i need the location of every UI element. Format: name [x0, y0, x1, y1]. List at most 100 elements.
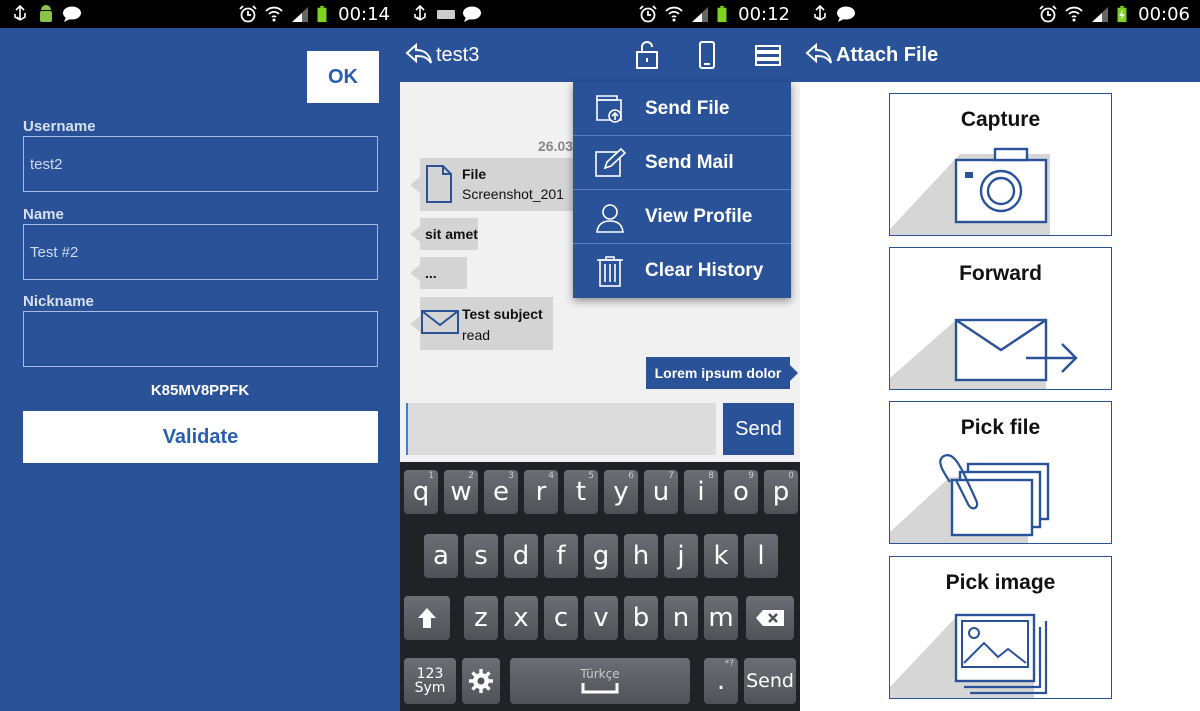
key-number-hint: 4: [548, 471, 554, 481]
key-label: e: [493, 477, 509, 507]
key-t[interactable]: 5t: [564, 470, 598, 514]
symbols-key[interactable]: 123 Sym: [404, 658, 456, 704]
tile-label: Pick image: [945, 571, 1056, 594]
nickname-field[interactable]: [23, 311, 378, 367]
key-h[interactable]: h: [624, 534, 658, 578]
key-m[interactable]: m: [704, 596, 738, 640]
signal-icon: [1092, 7, 1109, 22]
profile-icon: [596, 203, 624, 233]
key-f[interactable]: f: [544, 534, 578, 578]
back-arrow-icon[interactable]: [804, 42, 834, 66]
key-i[interactable]: 8i: [684, 470, 718, 514]
mail-subject: Test subject: [462, 306, 543, 322]
key-u[interactable]: 7u: [644, 470, 678, 514]
period-key[interactable]: *? .: [704, 658, 738, 704]
key-j[interactable]: j: [664, 534, 698, 578]
key-label: f: [556, 541, 566, 571]
space-icon: [581, 683, 619, 694]
settings-key[interactable]: [462, 658, 500, 704]
key-n[interactable]: n: [664, 596, 698, 640]
key-l[interactable]: l: [744, 534, 778, 578]
username-field[interactable]: [23, 136, 378, 192]
key-c[interactable]: c: [544, 596, 578, 640]
chat-screen: 00:12 test3 26.03 File Screenshot_201 si…: [400, 0, 800, 711]
key-number-hint: 5: [588, 471, 594, 481]
key-a[interactable]: a: [424, 534, 458, 578]
file-message-name: Screenshot_201: [462, 186, 564, 202]
mail-status: read: [462, 327, 491, 343]
key-p[interactable]: 0p: [764, 470, 798, 514]
menu-item-view-profile[interactable]: View Profile: [573, 190, 791, 244]
pick-file-tile[interactable]: Pick file: [889, 401, 1112, 544]
soft-keyboard: 1q2w3e4r5t6y7u8i9o0p asdfghjkl zxcvbnm 1…: [400, 462, 800, 711]
key-g[interactable]: g: [584, 534, 618, 578]
key-label: c: [553, 603, 569, 633]
key-q[interactable]: 1q: [404, 470, 438, 514]
key-number-hint: 6: [628, 471, 634, 481]
key-s[interactable]: s: [464, 534, 498, 578]
back-arrow-icon[interactable]: [404, 42, 434, 66]
menu-item-clear-history[interactable]: Clear History: [573, 244, 791, 298]
chat-icon: [463, 6, 481, 22]
capture-tile[interactable]: Capture: [889, 93, 1112, 236]
key-label: v: [593, 603, 609, 633]
key-label: y: [613, 477, 629, 507]
signal-icon: [692, 7, 709, 22]
ok-button[interactable]: OK: [307, 51, 379, 103]
key-label: p: [772, 477, 790, 507]
send-key[interactable]: Send: [744, 658, 796, 704]
key-label: h: [632, 541, 650, 571]
phone-icon[interactable]: [693, 40, 721, 70]
menu-item-send-mail[interactable]: Send Mail: [573, 136, 791, 190]
name-field[interactable]: [23, 224, 378, 280]
key-x[interactable]: x: [504, 596, 538, 640]
send-button[interactable]: Send: [723, 403, 794, 455]
key-d[interactable]: d: [504, 534, 538, 578]
backspace-key[interactable]: [746, 596, 794, 640]
validate-button[interactable]: Validate: [23, 411, 378, 463]
shift-key[interactable]: [404, 596, 450, 640]
mail-message[interactable]: Test subject read: [410, 297, 553, 350]
key-y[interactable]: 6y: [604, 470, 638, 514]
alarm-icon: [239, 5, 257, 23]
key-o[interactable]: 9o: [724, 470, 758, 514]
key-number-hint: 1: [428, 471, 434, 481]
attach-header: Attach File: [800, 28, 1200, 82]
attach-title: Attach File: [836, 44, 939, 66]
usb-icon: [814, 5, 826, 21]
key-w[interactable]: 2w: [444, 470, 478, 514]
key-z[interactable]: z: [464, 596, 498, 640]
status-bar: 00:12: [400, 0, 800, 28]
file-message-title: File: [462, 166, 487, 182]
wifi-icon: [265, 6, 283, 22]
key-b[interactable]: b: [624, 596, 658, 640]
file-message[interactable]: File Screenshot_201: [410, 158, 585, 211]
status-time: 00:06: [1138, 3, 1190, 25]
key-r[interactable]: 4r: [524, 470, 558, 514]
lock-icon[interactable]: [633, 40, 661, 70]
message-input[interactable]: [406, 403, 716, 455]
key-v[interactable]: v: [584, 596, 618, 640]
forward-tile[interactable]: Forward: [889, 247, 1112, 390]
chat-title: test3: [436, 44, 480, 66]
tile-label: Capture: [960, 108, 1041, 131]
symbols-key-top: 123: [416, 666, 444, 682]
attach-file-screen: 00:06 Attach File Capture Forward Pick f…: [800, 0, 1200, 711]
signal-icon: [292, 7, 309, 22]
key-e[interactable]: 3e: [484, 470, 518, 514]
menu-icon[interactable]: [754, 40, 782, 70]
space-key[interactable]: Türkçe: [510, 658, 690, 704]
text-message[interactable]: sit amet: [410, 218, 478, 250]
key-label: z: [474, 603, 488, 633]
status-bar: 00:06: [800, 0, 1200, 28]
key-label: b: [632, 603, 650, 633]
menu-item-label: View Profile: [645, 205, 753, 227]
menu-item-label: Send File: [645, 97, 730, 119]
outgoing-message[interactable]: Lorem ipsum dolor: [646, 357, 798, 389]
key-label: d: [512, 541, 530, 571]
menu-item-send-file[interactable]: Send File: [573, 82, 791, 136]
text-message[interactable]: ...: [410, 257, 467, 289]
key-k[interactable]: k: [704, 534, 738, 578]
pick-image-tile[interactable]: Pick image: [889, 556, 1112, 699]
gear-icon: [469, 669, 493, 693]
